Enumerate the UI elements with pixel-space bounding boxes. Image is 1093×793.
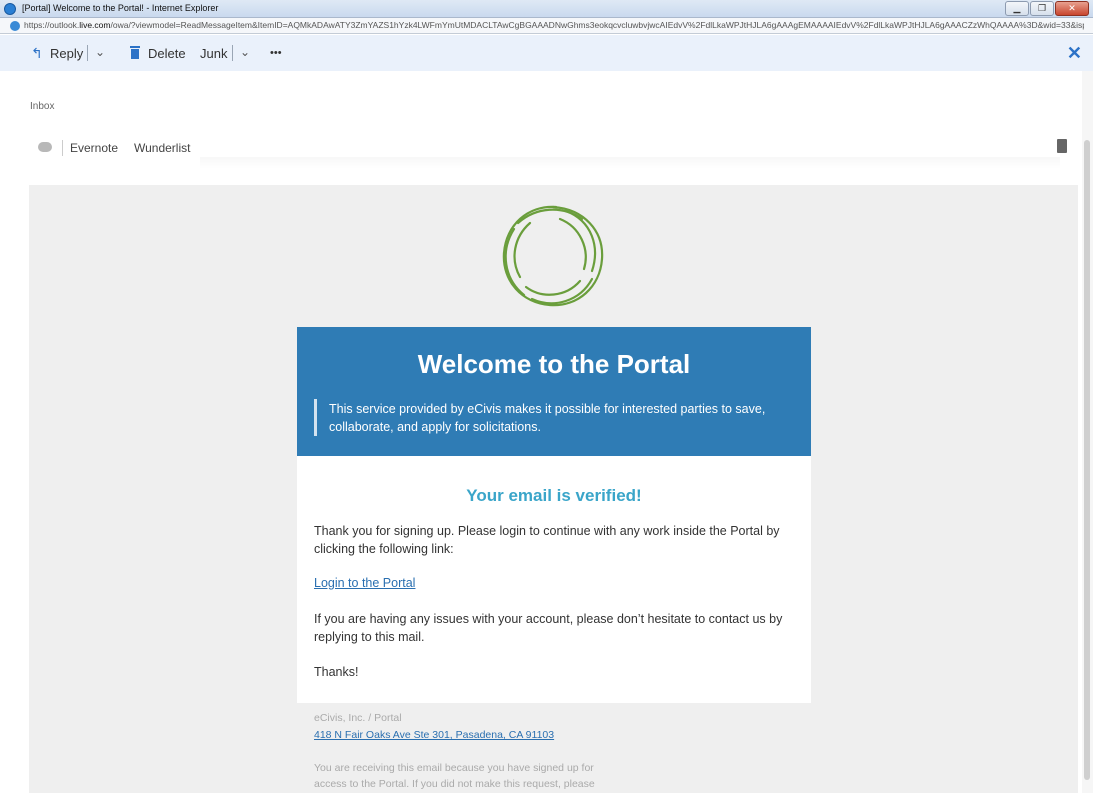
- banner-title: Welcome to the Portal: [417, 349, 691, 379]
- quote-bar: [314, 399, 317, 436]
- minimize-button[interactable]: ▁: [1005, 1, 1029, 16]
- reply-button[interactable]: Reply: [50, 46, 83, 61]
- url-prefix: https://outlook.: [24, 20, 80, 30]
- trash-icon[interactable]: [129, 45, 141, 62]
- window-controls: ▁ ❐ ✕: [1005, 1, 1089, 16]
- junk-options-chevron-icon[interactable]: ⌄: [240, 45, 250, 59]
- close-message-button[interactable]: ✕: [1067, 43, 1082, 64]
- login-link[interactable]: Login to the Portal: [314, 576, 415, 590]
- divider: [87, 45, 88, 61]
- footer-company: eCivis, Inc. / Portal: [314, 712, 402, 724]
- junk-button[interactable]: Junk: [200, 46, 227, 61]
- internet-explorer-icon: [4, 3, 16, 15]
- signup-message: Thank you for signing up. Please login t…: [314, 524, 780, 556]
- verified-heading: Your email is verified!: [466, 486, 642, 505]
- window-close-button[interactable]: ✕: [1055, 1, 1089, 16]
- delete-button[interactable]: Delete: [148, 46, 186, 61]
- window-title: [Portal] Welcome to the Portal! - Intern…: [22, 3, 219, 13]
- wunderlist-add-in[interactable]: Wunderlist: [134, 141, 190, 155]
- folder-breadcrumb[interactable]: Inbox: [30, 101, 54, 112]
- support-message: If you are having any issues with your a…: [314, 612, 783, 644]
- header-divider: [200, 157, 1060, 169]
- url-domain: live.com: [79, 20, 111, 30]
- footer-address-link[interactable]: 418 N Fair Oaks Ave Ste 301, Pasadena, C…: [314, 729, 554, 741]
- banner-description: This service provided by eCivis makes it…: [329, 402, 766, 434]
- message-toolbar: ↰ Reply ⌄ Delete Junk ⌄ ••• ✕: [0, 35, 1093, 71]
- footer-note: You are receiving this email because you…: [314, 762, 595, 790]
- email-content-card: Your email is verified! Thank you for si…: [297, 456, 811, 703]
- scrollbar-thumb[interactable]: [1084, 140, 1090, 780]
- reply-icon[interactable]: ↰: [31, 45, 43, 62]
- thanks-text: Thanks!: [314, 665, 359, 679]
- url-field[interactable]: https://outlook.live.com/owa/?viewmodel=…: [24, 20, 1084, 30]
- evernote-add-in[interactable]: Evernote: [70, 141, 118, 155]
- divider: [62, 140, 63, 156]
- reply-options-chevron-icon[interactable]: ⌄: [95, 45, 105, 59]
- ecivis-logo: [502, 205, 604, 307]
- divider: [232, 45, 233, 61]
- address-bar[interactable]: https://outlook.live.com/owa/?viewmodel=…: [0, 18, 1093, 34]
- restore-button[interactable]: ❐: [1030, 1, 1054, 16]
- add-ins-icon[interactable]: [38, 142, 52, 152]
- store-icon[interactable]: [1057, 139, 1067, 153]
- more-actions-button[interactable]: •••: [270, 47, 282, 59]
- welcome-banner: Welcome to the Portal This service provi…: [297, 327, 811, 456]
- url-path: /owa/?viewmodel=ReadMessageItem&ItemID=A…: [110, 20, 1084, 30]
- site-icon: [10, 21, 20, 31]
- window-title-bar: [Portal] Welcome to the Portal! - Intern…: [0, 0, 1093, 18]
